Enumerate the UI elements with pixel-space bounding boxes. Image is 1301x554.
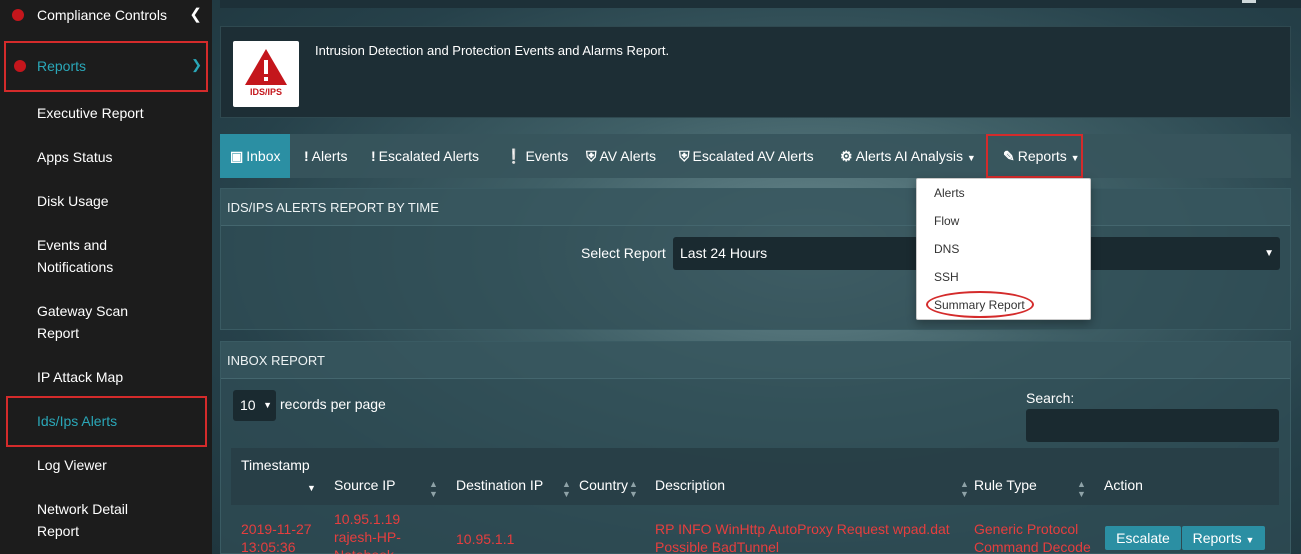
table-header: Timestamp ▼ Source IP ▲ ▼ Destination IP … bbox=[231, 448, 1279, 505]
records-value: 10 bbox=[240, 397, 256, 413]
chevron-left-icon[interactable]: ❮ bbox=[189, 4, 202, 26]
warning-icon bbox=[245, 49, 287, 85]
report-description: Intrusion Detection and Protection Event… bbox=[315, 43, 670, 58]
sidebar-item-events-notifications[interactable]: Events and Notifications bbox=[37, 234, 122, 278]
tab-label: Alerts AI Analysis bbox=[855, 148, 963, 164]
exclamation-icon: ! bbox=[304, 148, 309, 164]
tab-escalated-av-alerts[interactable]: ⛨ Escalated AV Alerts bbox=[679, 134, 814, 178]
column-action: Action bbox=[1104, 477, 1143, 493]
inbox-report-panel: INBOX REPORT 10 ▼ records per page Searc… bbox=[220, 341, 1291, 554]
exclamation-circle-icon: ❕ bbox=[505, 148, 523, 164]
highlight-oval bbox=[926, 291, 1034, 318]
sort-icon[interactable]: ▲ ▼ bbox=[1077, 479, 1086, 499]
tab-label: Alerts bbox=[311, 148, 348, 164]
cell-destination-ip: 10.95.1.1 bbox=[456, 531, 515, 547]
tab-events[interactable]: ❕ Events bbox=[505, 134, 568, 178]
sort-desc-icon[interactable]: ▼ bbox=[307, 483, 316, 493]
badge-text: IDS/IPS bbox=[249, 87, 282, 97]
select-value: Last 24 Hours bbox=[680, 245, 768, 261]
gear-icon: ⚙ bbox=[840, 148, 853, 164]
caret-down-icon: ▼ bbox=[1264, 248, 1274, 259]
sidebar-item-disk-usage[interactable]: Disk Usage bbox=[37, 190, 202, 212]
sidebar-item-executive-report[interactable]: Executive Report bbox=[37, 102, 202, 124]
search-label: Search: bbox=[1026, 390, 1075, 406]
tab-inbox[interactable]: ▣ Inbox bbox=[220, 134, 291, 178]
select-report-label: Select Report bbox=[581, 245, 666, 261]
inbox-icon: ▣ bbox=[230, 148, 244, 164]
header-icon[interactable] bbox=[1242, 0, 1256, 3]
records-per-page-select[interactable]: 10 ▼ bbox=[233, 390, 276, 421]
sidebar: Compliance Controls ❮ Reports ❯ Executiv… bbox=[0, 0, 212, 554]
records-per-page-label: records per page bbox=[280, 396, 386, 412]
tab-label: Escalated Alerts bbox=[378, 148, 480, 164]
table-row: 2019-11-27 13:05:36 10.95.1.19 rajesh-HP… bbox=[231, 505, 1279, 554]
tab-av-alerts[interactable]: ⛨ AV Alerts bbox=[586, 134, 656, 178]
highlight-box bbox=[986, 134, 1083, 178]
source-ip: 10.95.1.19 bbox=[334, 511, 401, 527]
tab-label: Escalated AV Alerts bbox=[692, 148, 814, 164]
tab-label: AV Alerts bbox=[599, 148, 657, 164]
sidebar-item-apps-status[interactable]: Apps Status bbox=[37, 146, 202, 168]
column-source-ip[interactable]: Source IP bbox=[334, 477, 395, 493]
rule-type-line: Generic Protocol bbox=[974, 521, 1079, 537]
tab-label: Events bbox=[525, 148, 569, 164]
button-label: Reports bbox=[1192, 530, 1242, 546]
report-info-panel: IDS/IPS Intrusion Detection and Protecti… bbox=[220, 26, 1291, 118]
column-destination-ip[interactable]: Destination IP bbox=[456, 477, 543, 493]
description-line: Possible BadTunnel bbox=[655, 539, 780, 554]
panel-title: IDS/IPS ALERTS REPORT BY TIME bbox=[221, 189, 1290, 226]
timestamp-time: 13:05:36 bbox=[241, 539, 296, 554]
tab-label: Inbox bbox=[246, 148, 281, 164]
reports-dropdown-menu: Alerts Flow DNS SSH Summary Report bbox=[916, 178, 1091, 320]
report-tabs: ▣ Inbox ! Alerts ! Escalated Alerts ❕ Events… bbox=[220, 134, 1291, 178]
column-rule-type[interactable]: Rule Type bbox=[974, 477, 1037, 493]
page-header bbox=[220, 0, 1301, 8]
search-input[interactable] bbox=[1026, 409, 1279, 442]
sort-icon[interactable]: ▲ ▼ bbox=[960, 479, 969, 499]
cell-source-ip: 10.95.1.19 rajesh-HP- Notebook bbox=[334, 510, 401, 554]
column-description[interactable]: Description bbox=[655, 477, 725, 493]
menu-item-dns[interactable]: DNS bbox=[934, 242, 959, 256]
panel-title: INBOX REPORT bbox=[221, 342, 1290, 379]
sidebar-item-ip-attack-map[interactable]: IP Attack Map bbox=[37, 366, 202, 388]
sort-icon[interactable]: ▲ ▼ bbox=[629, 479, 638, 499]
column-country[interactable]: Country bbox=[579, 477, 628, 493]
sidebar-item-log-viewer[interactable]: Log Viewer bbox=[37, 454, 202, 476]
compliance-icon bbox=[12, 9, 24, 21]
sort-icon[interactable]: ▲ ▼ bbox=[429, 479, 438, 499]
rule-type-line: Command Decode bbox=[974, 539, 1091, 554]
tab-alerts[interactable]: ! Alerts bbox=[304, 134, 347, 178]
timestamp-date: 2019-11-27 bbox=[241, 521, 312, 537]
ids-ips-logo: IDS/IPS bbox=[233, 41, 299, 107]
sidebar-item-network-detail-report[interactable]: Network Detail Report bbox=[37, 498, 137, 542]
caret-down-icon: ▼ bbox=[263, 400, 272, 410]
shield-icon: ⛨ bbox=[679, 148, 690, 164]
caret-down-icon: ▼ bbox=[1245, 535, 1255, 545]
caret-down-icon: ▼ bbox=[966, 153, 976, 163]
tab-escalated-alerts[interactable]: ! Escalated Alerts bbox=[371, 134, 479, 178]
cell-description: RP INFO WinHttp AutoProxy Request wpad.d… bbox=[655, 520, 950, 554]
exclamation-icon: ! bbox=[371, 148, 376, 164]
menu-item-alerts[interactable]: Alerts bbox=[934, 186, 965, 200]
escalate-button[interactable]: Escalate bbox=[1105, 526, 1181, 550]
highlight-box bbox=[6, 396, 207, 447]
source-host-cont: Notebook bbox=[334, 546, 401, 554]
sort-icon[interactable]: ▲ ▼ bbox=[562, 479, 571, 499]
tab-alerts-ai-analysis[interactable]: ⚙ Alerts AI Analysis ▼ bbox=[840, 134, 976, 178]
row-reports-button[interactable]: Reports ▼ bbox=[1182, 526, 1265, 550]
column-timestamp[interactable]: Timestamp bbox=[241, 457, 310, 473]
cell-rule-type: Generic Protocol Command Decode bbox=[974, 520, 1091, 554]
source-host: rajesh-HP- bbox=[334, 529, 401, 545]
sidebar-item-compliance-controls[interactable]: Compliance Controls ❮ bbox=[0, 4, 212, 28]
sidebar-item-gateway-scan-report[interactable]: Gateway Scan Report bbox=[37, 300, 137, 344]
main-content: IDS/IPS Intrusion Detection and Protecti… bbox=[212, 0, 1301, 554]
menu-item-ssh[interactable]: SSH bbox=[934, 270, 959, 284]
highlight-box bbox=[4, 41, 208, 92]
shield-icon: ⛨ bbox=[586, 148, 597, 164]
cell-timestamp: 2019-11-27 13:05:36 bbox=[241, 520, 312, 554]
menu-item-flow[interactable]: Flow bbox=[934, 214, 959, 228]
description-line: RP INFO WinHttp AutoProxy Request wpad.d… bbox=[655, 521, 950, 537]
sidebar-item-label: Compliance Controls bbox=[37, 7, 167, 23]
alerts-report-panel: IDS/IPS ALERTS REPORT BY TIME Select Rep… bbox=[220, 188, 1291, 330]
